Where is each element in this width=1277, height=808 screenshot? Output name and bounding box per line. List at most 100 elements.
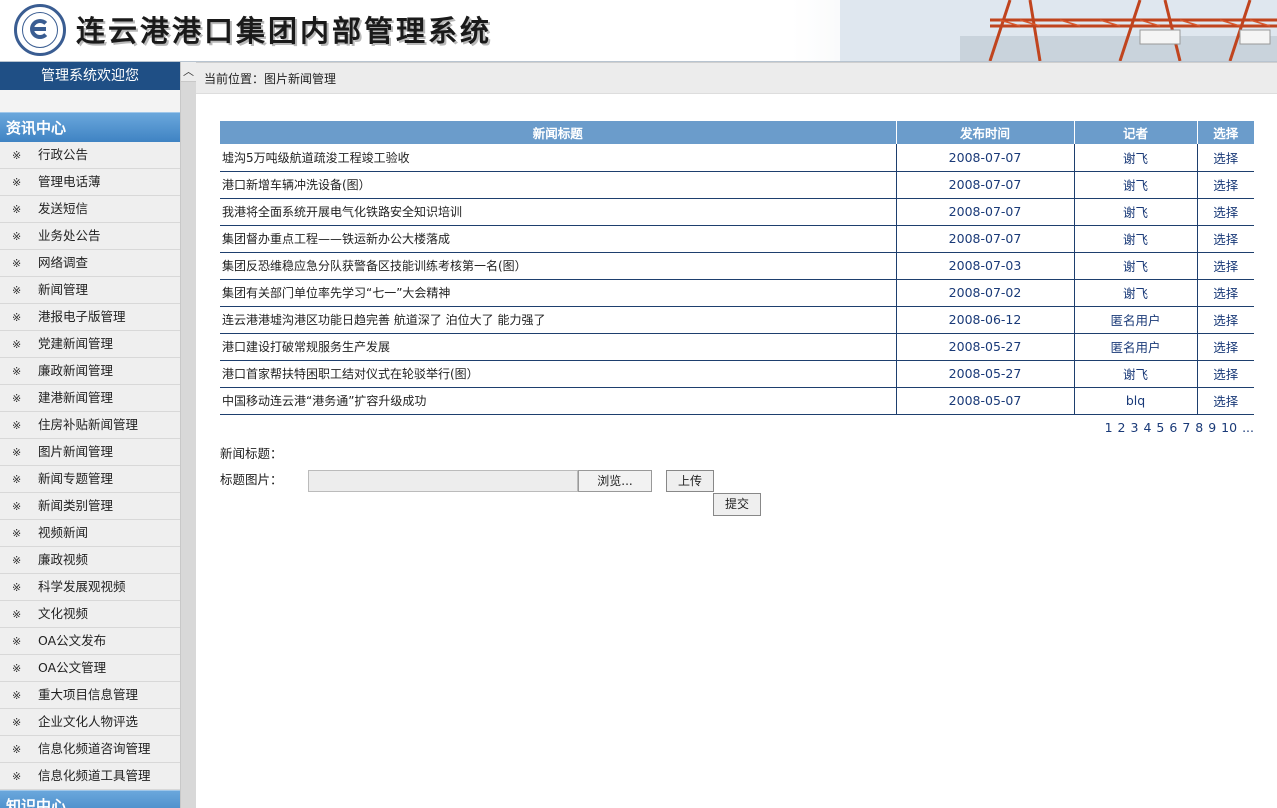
select-link[interactable]: 选择 [1197,198,1254,226]
table-row: 墟沟5万吨级航道疏浚工程竣工验收 2008-07-07 谢飞 选择 [220,144,1254,172]
news-title-cell[interactable]: 墟沟5万吨级航道疏浚工程竣工验收 [220,144,897,172]
sidebar-item[interactable]: ※ 新闻类别管理 [0,493,180,520]
sidebar-item[interactable]: ※ 信息化频道工具管理 [0,763,180,790]
publish-date-cell: 2008-07-03 [896,252,1075,280]
news-title-cell[interactable]: 港口首家帮扶特困职工结对仪式在轮驳举行(图） [220,360,897,388]
bullet-icon: ※ [12,446,22,459]
submit-button[interactable]: 提交 [713,492,761,516]
sidebar-item-label: 信息化频道咨询管理 [38,741,151,756]
sidebar-item[interactable]: ※ 信息化频道咨询管理 [0,736,180,763]
news-title-cell[interactable]: 中国移动连云港“港务通”扩容升级成功 [220,387,897,415]
page-link[interactable]: 2 [1118,420,1126,435]
page-link[interactable]: 5 [1156,420,1164,435]
sidebar-item[interactable]: ※ 新闻管理 [0,277,180,304]
page-link[interactable]: 7 [1182,420,1190,435]
bullet-icon: ※ [12,176,22,189]
sidebar-item[interactable]: ※ 网络调查 [0,250,180,277]
column-header-title: 新闻标题 [220,121,897,144]
bullet-icon: ※ [12,230,22,243]
sidebar-item[interactable]: ※ 新闻专题管理 [0,466,180,493]
select-link[interactable]: 选择 [1197,360,1254,388]
select-link[interactable]: 选择 [1197,171,1254,199]
sidebar-item-label: 企业文化人物评选 [38,714,139,729]
select-link[interactable]: 选择 [1197,225,1254,253]
bullet-icon: ※ [12,608,22,621]
column-header-select: 选择 [1197,121,1254,144]
table-row: 集团有关部门单位率先学习“七一”大会精神 2008-07-02 谢飞 选择 [220,279,1254,307]
page-link[interactable]: 4 [1143,420,1151,435]
sidebar-item[interactable]: ※ 科学发展观视频 [0,574,180,601]
column-header-reporter: 记者 [1074,121,1198,144]
sidebar-item[interactable]: ※ 港报电子版管理 [0,304,180,331]
sidebar-item[interactable]: ※ 文化视频 [0,601,180,628]
publish-date-cell: 2008-07-07 [896,225,1075,253]
sidebar-item[interactable]: ※ OA公文管理 [0,655,180,682]
sidebar-item-label: 网络调查 [38,255,89,270]
file-path-input[interactable] [308,469,578,492]
reporter-cell: blq [1074,387,1198,415]
sidebar-item[interactable]: ※ 图片新闻管理 [0,439,180,466]
bullet-icon: ※ [12,338,22,351]
sidebar-item-label: 发送短信 [38,201,89,216]
bullet-icon: ※ [12,500,22,513]
sidebar-item[interactable]: ※ 廉政视频 [0,547,180,574]
sidebar-item[interactable]: ※ 企业文化人物评选 [0,709,180,736]
column-header-date: 发布时间 [896,121,1075,144]
news-title-cell[interactable]: 港口新增车辆冲洗设备(图） [220,171,897,199]
page-link[interactable]: 10 [1221,420,1237,435]
news-title-cell[interactable]: 集团督办重点工程——铁运新办公大楼落成 [220,225,897,253]
publish-date-cell: 2008-07-07 [896,198,1075,226]
sidebar-item[interactable]: ※ 建港新闻管理 [0,385,180,412]
select-link[interactable]: 选择 [1197,252,1254,280]
bullet-icon: ※ [12,419,22,432]
select-link[interactable]: 选择 [1197,279,1254,307]
sidebar-item[interactable]: ※ OA公文发布 [0,628,180,655]
page-link[interactable]: ... [1242,420,1254,435]
pagination: 1 2 3 4 5 6 7 8 9 10... [220,415,1254,441]
sidebar-item[interactable]: ※ 业务处公告 [0,223,180,250]
page-link[interactable]: 6 [1169,420,1177,435]
port-logo-icon [14,4,66,56]
bullet-icon: ※ [12,743,22,756]
select-link[interactable]: 选择 [1197,144,1254,172]
browse-button[interactable]: 浏览... [578,469,652,492]
sidebar-item[interactable]: ※ 重大项目信息管理 [0,682,180,709]
sidebar-item[interactable]: ※ 行政公告 [0,142,180,169]
sidebar-item[interactable]: ※ 廉政新闻管理 [0,358,180,385]
news-title-cell[interactable]: 连云港港墟沟港区功能日趋完善 航道深了 泊位大了 能力强了 [220,306,897,334]
news-title-cell[interactable]: 港口建设打破常规服务生产发展 [220,333,897,361]
select-link[interactable]: 选择 [1197,333,1254,361]
page-link[interactable]: 8 [1195,420,1203,435]
section-head-news[interactable]: 资讯中心 [0,112,180,142]
page-link[interactable]: 9 [1208,420,1216,435]
news-title-cell[interactable]: 我港将全面系统开展电气化铁路安全知识培训 [220,198,897,226]
select-link[interactable]: 选择 [1197,306,1254,334]
upload-button[interactable]: 上传 [666,469,714,492]
port-crane-banner-icon [840,0,1277,61]
sidebar: 资讯中心 ※ 行政公告 ※ 管理电话薄 ※ 发送短信 ※ 业务处公告 ※ 网络调查 ※ 新闻管理 ※ 港报… [0,90,180,808]
sidebar-item-label: 廉政视频 [38,552,89,567]
submit-row: 提交 [220,492,1254,519]
sidebar-item[interactable]: ※ 管理电话薄 [0,169,180,196]
sidebar-item-label: 廉政新闻管理 [38,363,114,378]
publish-date-cell: 2008-07-07 [896,171,1075,199]
table-row: 集团反恐维稳应急分队获警备区技能训练考核第一名(图） 2008-07-03 谢飞 选择 [220,252,1254,280]
chevron-up-icon[interactable]: ︿ [181,62,196,82]
sidebar-item-label: 文化视频 [38,606,89,621]
sidebar-item-label: 新闻专题管理 [38,471,114,486]
sidebar-item[interactable]: ※ 视频新闻 [0,520,180,547]
page-link[interactable]: 1 [1105,420,1113,435]
news-title-cell[interactable]: 集团有关部门单位率先学习“七一”大会精神 [220,279,897,307]
select-link[interactable]: 选择 [1197,387,1254,415]
news-title-label: 新闻标题： [220,445,283,461]
sidebar-item[interactable]: ※ 发送短信 [0,196,180,223]
sidebar-item[interactable]: ※ 住房补贴新闻管理 [0,412,180,439]
reporter-cell: 匿名用户 [1074,333,1198,361]
sidebar-item[interactable]: ※ 党建新闻管理 [0,331,180,358]
news-title-cell[interactable]: 集团反恐维稳应急分队获警备区技能训练考核第一名(图） [220,252,897,280]
table-row: 港口首家帮扶特困职工结对仪式在轮驳举行(图） 2008-05-27 谢飞 选择 [220,360,1254,388]
bullet-icon: ※ [12,149,22,162]
bullet-icon: ※ [12,473,22,486]
section-head-knowledge[interactable]: 知识中心 [0,790,180,808]
page-link[interactable]: 3 [1131,420,1139,435]
